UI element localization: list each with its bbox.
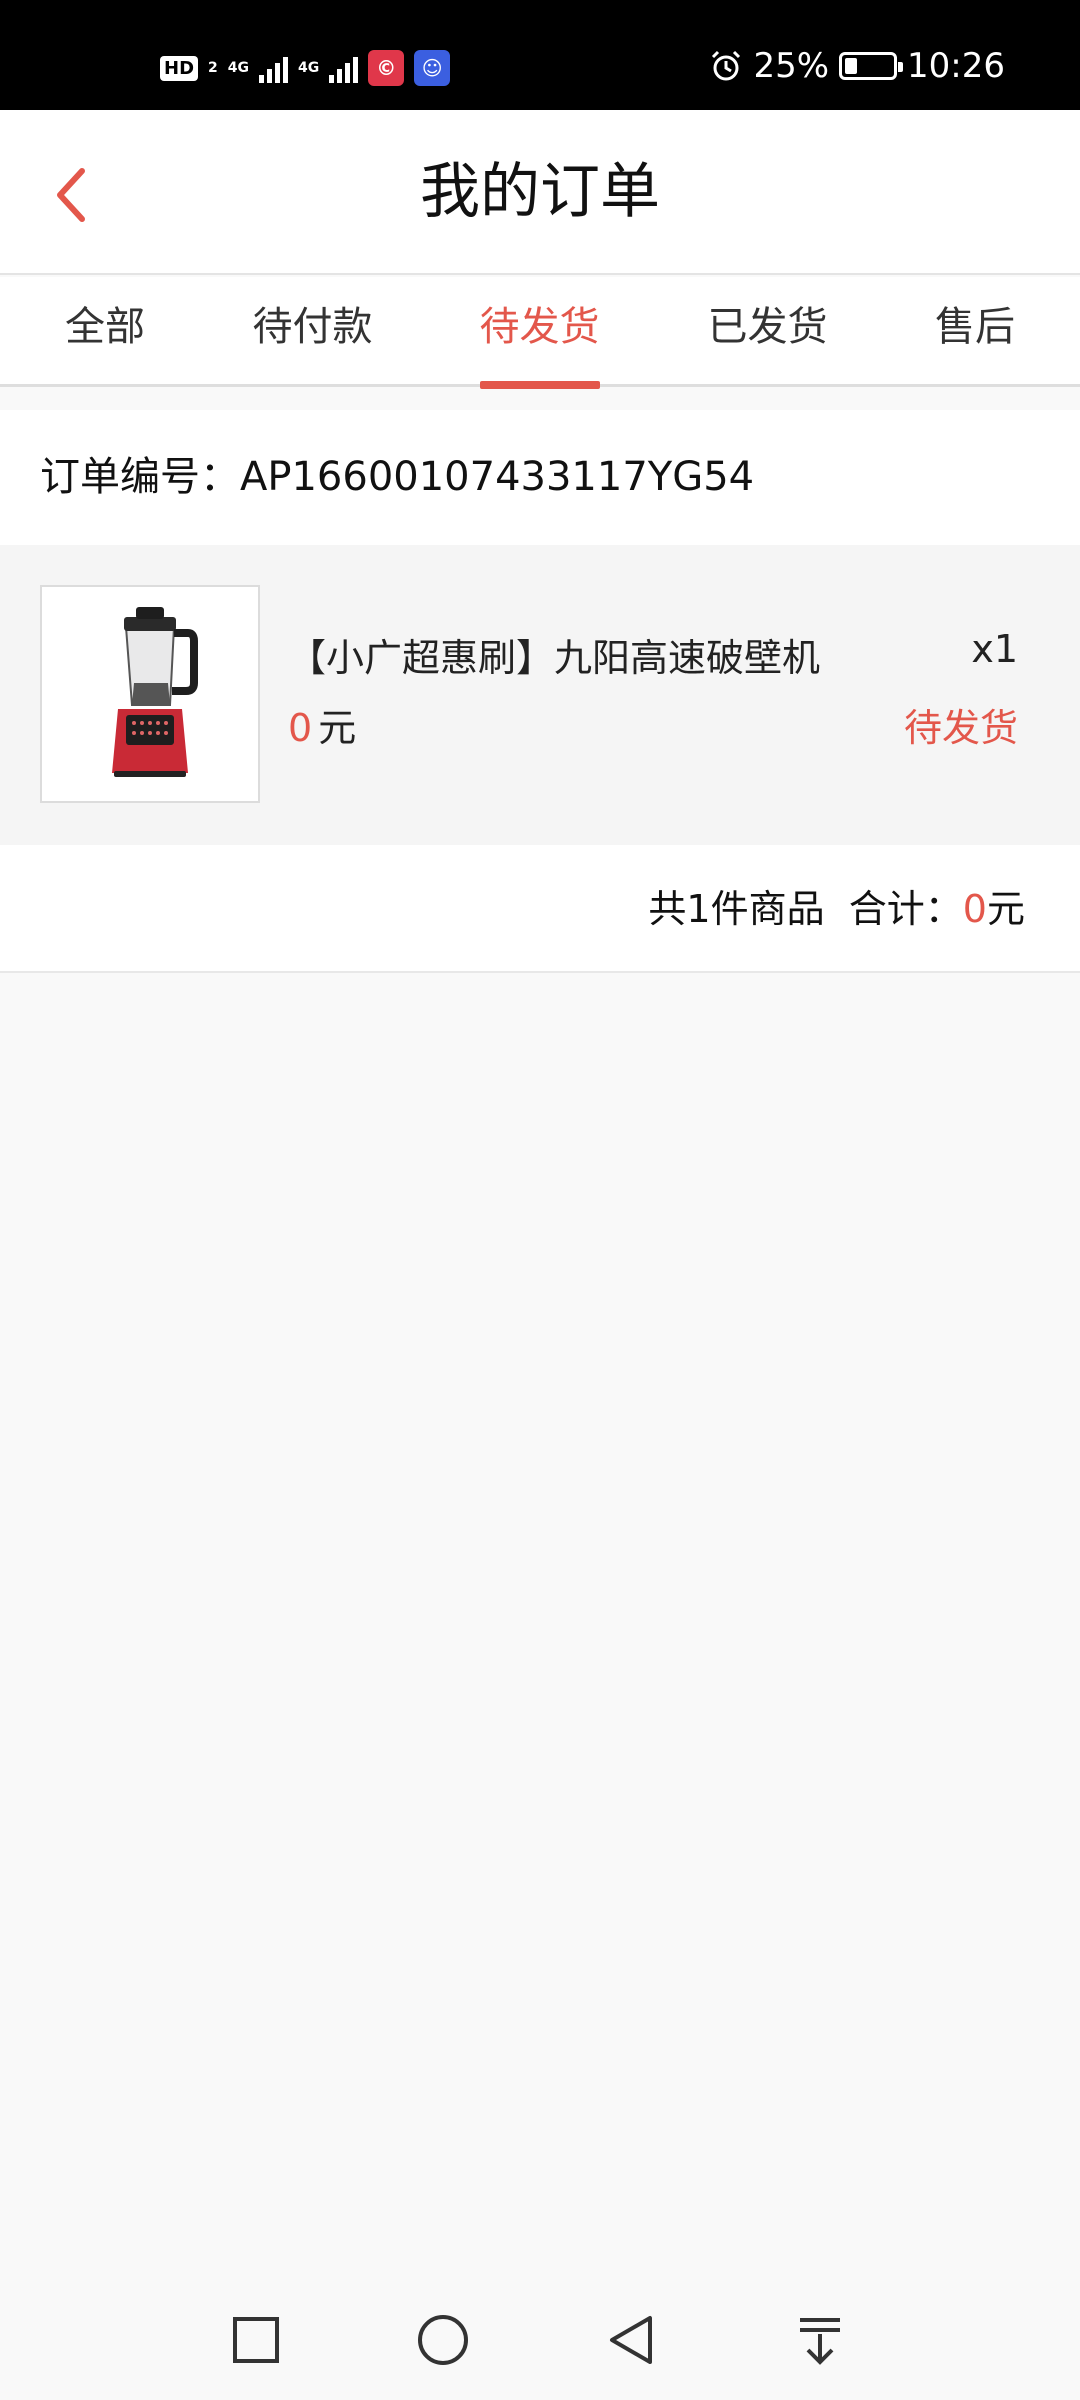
battery-fill — [845, 58, 858, 74]
product-name: 【小广超惠刷】九阳高速破壁机 — [288, 636, 821, 680]
home-button[interactable] — [403, 2300, 483, 2380]
hd-label: HD — [164, 57, 195, 79]
total-value: 0 — [962, 887, 987, 931]
recent-apps-button[interactable] — [216, 2300, 296, 2380]
chevron-left-icon — [57, 168, 85, 222]
tab-label: 已发货 — [707, 304, 828, 350]
alarm-icon — [712, 50, 741, 81]
price-unit: 元 — [318, 706, 357, 750]
tab-pending-shipment[interactable]: 待发货 — [452, 277, 627, 389]
tab-shipped[interactable]: 已发货 — [680, 277, 855, 387]
total-unit: 元 — [986, 887, 1025, 931]
order-number-label: 订单编号： — [40, 454, 240, 500]
notification-pull-button[interactable] — [780, 2300, 860, 2380]
tab-label: 全部 — [65, 304, 145, 350]
status-icons-left: HD 2 4G 4G © ☺ — [160, 48, 451, 88]
clock: 10:26 — [907, 46, 1005, 86]
order-item[interactable]: 【小广超惠刷】九阳高速破壁机 x1 0元 待发货 — [0, 545, 1080, 845]
app-header: 我的订单 — [0, 110, 1080, 275]
product-quantity: x1 — [971, 627, 1018, 671]
tab-label: 售后 — [935, 304, 1015, 350]
product-image — [40, 585, 260, 803]
order-number: 订单编号：AP16600107433117YG54 — [40, 410, 754, 545]
tab-all[interactable]: 全部 — [30, 277, 180, 387]
signal-2-icon — [329, 53, 359, 83]
active-tab-indicator — [479, 381, 600, 389]
total-label: 合计： — [848, 887, 963, 931]
status-bar: HD 2 4G 4G © ☺ 25% 10:26 — [0, 0, 1080, 110]
back-button[interactable] — [30, 150, 110, 240]
order-status-badge: 待发货 — [903, 706, 1018, 750]
price-value: 0 — [288, 706, 313, 750]
signal-1-icon — [259, 53, 288, 83]
pull-down-icon — [800, 2318, 840, 2365]
system-nav-bar — [0, 2280, 1080, 2400]
tab-label: 待发货 — [479, 304, 600, 350]
order-summary: 共1件商品 合计：0元 — [0, 845, 1080, 973]
triangle-back-icon — [610, 2316, 652, 2364]
order-status-tabs: 全部 待付款 待发货 已发货 售后 — [0, 277, 1080, 389]
hd-voice-icon: HD — [160, 55, 199, 81]
notification-app-icon: © — [368, 50, 405, 86]
chat-app-icon: ☺ — [414, 50, 451, 86]
blender-image — [112, 607, 198, 777]
order-card-header: 订单编号：AP16600107433117YG54 — [0, 410, 1080, 545]
product-price: 0元 — [288, 697, 356, 752]
order-number-value: AP16600107433117YG54 — [240, 454, 755, 500]
tab-after-sales[interactable]: 售后 — [900, 277, 1050, 387]
square-icon — [233, 2317, 279, 2363]
order-list-page: HD 2 4G 4G © ☺ 25% 10:26 我的订单 全部 待付款 待发货… — [0, 0, 1080, 2400]
battery-percent: 25% — [753, 46, 830, 86]
item-count: 共1件商品 — [648, 887, 825, 931]
back-nav-button[interactable] — [592, 2300, 672, 2380]
tab-pending-payment[interactable]: 待付款 — [225, 277, 400, 387]
circle-icon — [418, 2315, 468, 2365]
hd-sub-label: 2 — [208, 60, 218, 76]
order-total: 共1件商品 合计：0元 — [648, 845, 1025, 973]
signal-1-label: 4G — [227, 60, 249, 76]
battery-icon — [839, 52, 904, 80]
battery-nub — [898, 62, 904, 72]
page-title: 我的订单 — [420, 157, 660, 227]
status-icons-right: 25% 10:26 — [709, 44, 1005, 88]
signal-2-label: 4G — [298, 60, 320, 76]
tab-label: 待付款 — [252, 304, 373, 350]
